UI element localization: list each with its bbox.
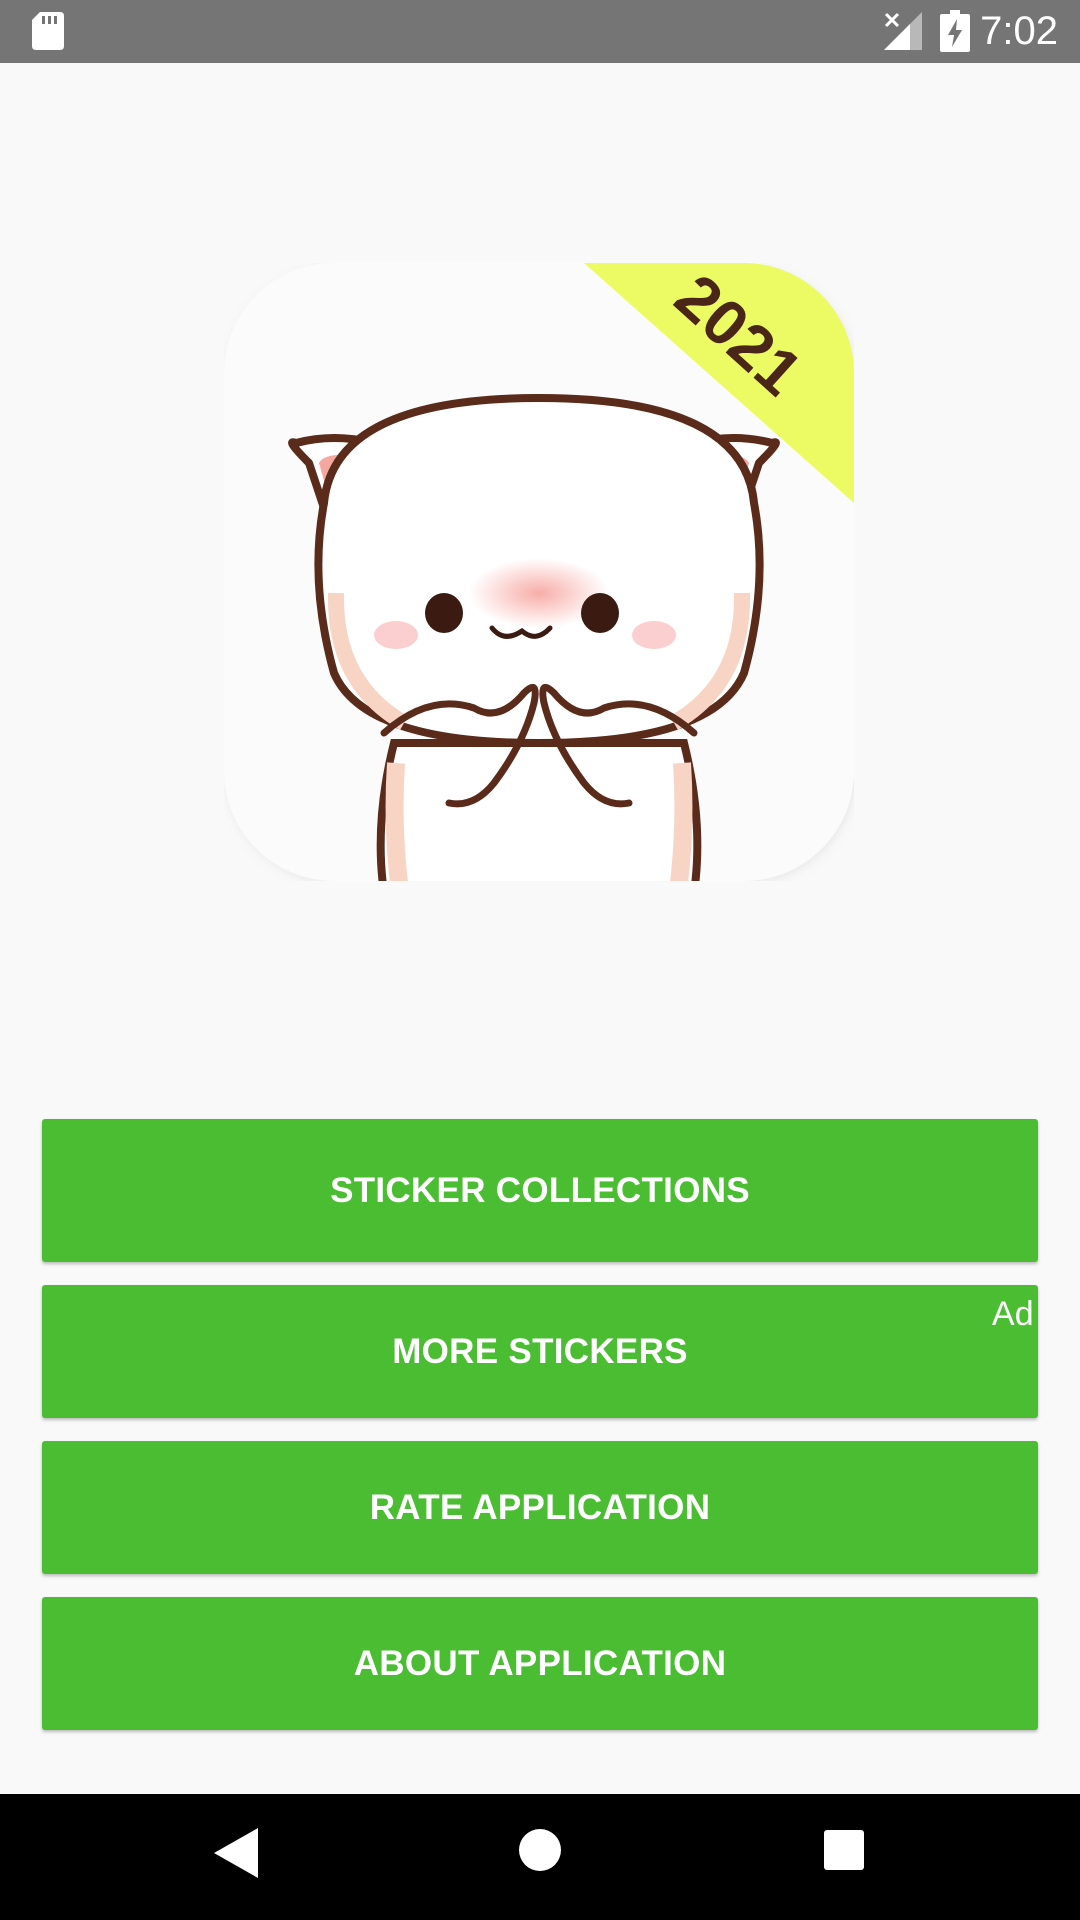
navigation-bar — [0, 1794, 1080, 1920]
ad-badge: Ad — [991, 1295, 1034, 1333]
signal-no-service-icon — [884, 12, 922, 50]
about-application-button[interactable]: ABOUT APPLICATION — [42, 1597, 1038, 1730]
status-bar: 7:02 — [0, 0, 1080, 63]
about-application-label: ABOUT APPLICATION — [353, 1643, 727, 1683]
status-clock: 7:02 — [980, 9, 1058, 53]
rate-application-button[interactable]: RATE APPLICATION — [42, 1441, 1038, 1574]
rate-application-label: RATE APPLICATION — [369, 1487, 711, 1527]
recents-icon[interactable] — [824, 1830, 864, 1870]
app-logo-icon: 2021 — [224, 263, 854, 881]
battery-charging-icon — [940, 10, 970, 52]
home-icon[interactable] — [518, 1828, 562, 1872]
back-icon[interactable] — [214, 1828, 258, 1878]
sticker-collections-label: STICKER COLLECTIONS — [330, 1170, 750, 1210]
more-stickers-label: MORE STICKERS — [392, 1331, 688, 1371]
more-stickers-button[interactable]: MORE STICKERS Ad — [42, 1285, 1038, 1418]
sticker-collections-button[interactable]: STICKER COLLECTIONS — [42, 1119, 1038, 1262]
sd-card-icon — [32, 12, 64, 50]
